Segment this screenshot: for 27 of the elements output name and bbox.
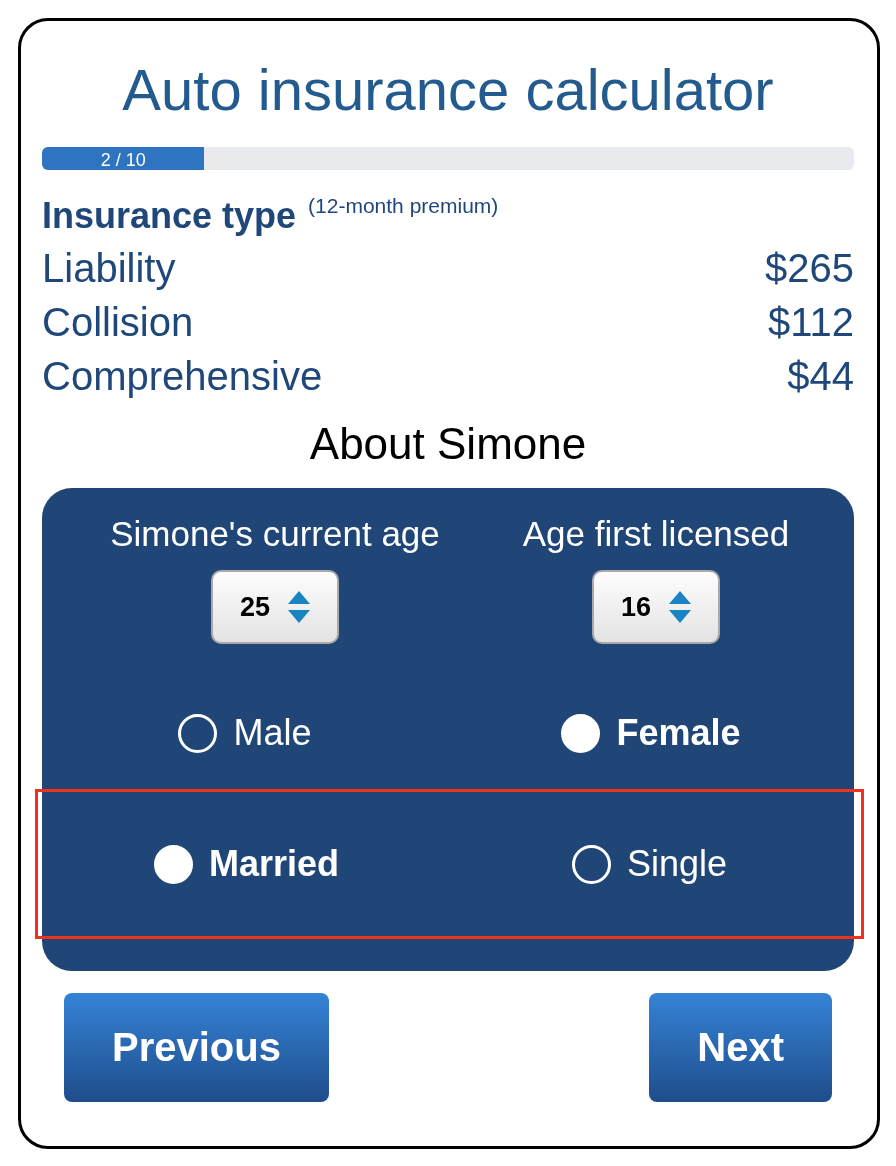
radio-icon[interactable] xyxy=(178,713,218,753)
age-select[interactable]: 25 xyxy=(211,570,339,644)
progress-label: 2 / 10 xyxy=(100,150,146,170)
nav-button[interactable]: Next xyxy=(649,993,832,1102)
section-heading: About Simone xyxy=(308,418,588,470)
coverage-price: $265 xyxy=(765,245,854,292)
radio-icon[interactable] xyxy=(571,844,611,884)
coverage-price: $44 xyxy=(787,353,854,400)
coverage-name: Comprehensive xyxy=(42,353,323,400)
field-label: Simone's current age xyxy=(110,513,440,555)
nav-button[interactable]: Previous xyxy=(64,993,329,1102)
coverage-name: Liability xyxy=(42,245,176,292)
up-down-arrows-icon xyxy=(288,591,310,623)
radio-option[interactable]: Married xyxy=(153,842,339,886)
radio-option[interactable]: Male xyxy=(178,711,312,755)
field-label: Age first licensed xyxy=(522,513,790,555)
page-title: Auto insurance calculator xyxy=(121,56,775,124)
coverage-name: Collision xyxy=(42,299,194,346)
coverage-price: $112 xyxy=(768,299,854,346)
radio-icon[interactable] xyxy=(561,713,601,753)
radio-option[interactable]: Single xyxy=(571,842,728,886)
age-select[interactable]: 16 xyxy=(592,570,720,644)
premium-note: (12-month premium) xyxy=(308,194,499,218)
up-down-arrows-icon xyxy=(669,591,691,623)
radio-icon[interactable] xyxy=(153,844,193,884)
radio-option[interactable]: Female xyxy=(561,711,741,755)
section-heading: Insurance type xyxy=(42,194,297,237)
